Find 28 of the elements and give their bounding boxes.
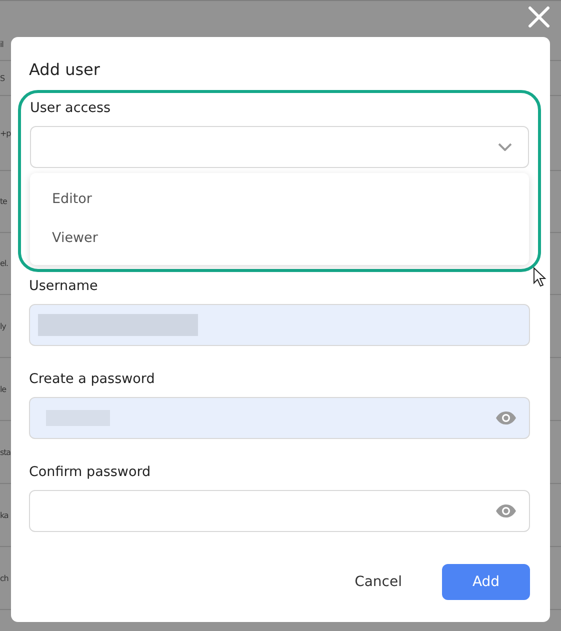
table-text-fragment: il <box>0 40 4 49</box>
input-field[interactable] <box>29 490 530 532</box>
chevron-down-icon <box>498 143 512 151</box>
cancel-button[interactable]: Cancel <box>350 568 406 596</box>
input-field[interactable] <box>29 397 530 439</box>
input-field[interactable] <box>29 304 530 346</box>
dialog-title: Add user <box>29 59 101 81</box>
cursor-icon <box>533 267 547 287</box>
table-text-fragment: +p <box>0 128 11 138</box>
table-text-fragment: ka <box>0 510 8 520</box>
table-text-fragment: el. <box>0 259 8 268</box>
table-text-fragment: ch <box>0 574 8 582</box>
eye-icon[interactable] <box>495 411 517 425</box>
field-label: User access <box>30 99 112 118</box>
table-text-fragment: S <box>0 74 4 82</box>
field-label: Username <box>29 277 99 296</box>
field-label: Create a password <box>29 370 156 389</box>
dropdown-option[interactable]: Viewer <box>30 219 529 258</box>
dropdown-option[interactable]: Editor <box>30 180 529 219</box>
select-field[interactable] <box>30 126 529 168</box>
field-label: Confirm password <box>29 463 152 482</box>
table-text-fragment: le <box>0 384 6 394</box>
table-text-fragment: sta <box>0 448 10 456</box>
table-text-fragment: te <box>0 197 7 206</box>
eye-icon[interactable] <box>495 504 517 518</box>
add-button[interactable]: Add <box>442 564 530 600</box>
close-icon[interactable] <box>528 6 550 28</box>
table-text-fragment: ly <box>0 322 6 330</box>
